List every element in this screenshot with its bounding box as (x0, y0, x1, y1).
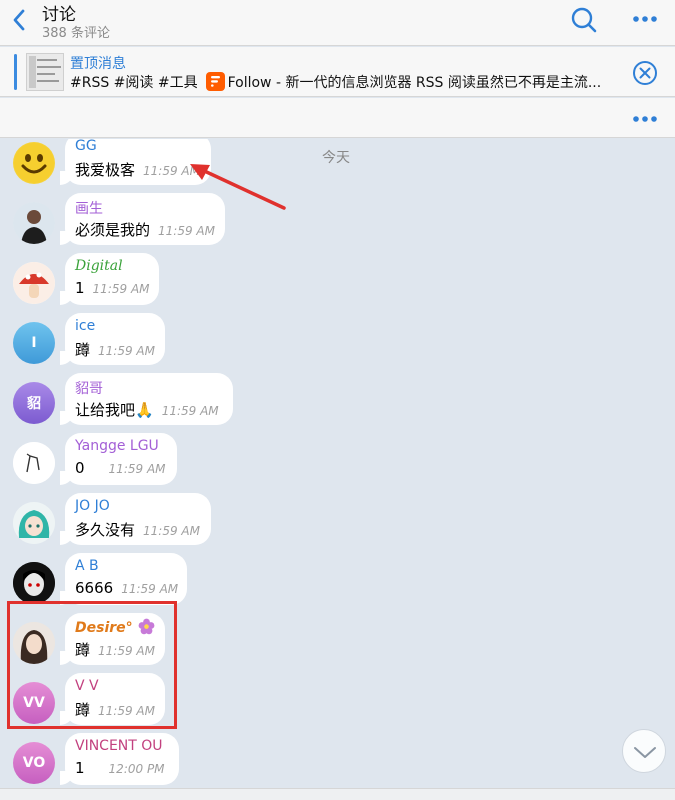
message-row[interactable]: I ice 蹲 11:59 AM (0, 313, 675, 373)
avatar[interactable] (13, 502, 55, 544)
message-time: 11:59 AM (121, 582, 179, 596)
message-time: 11:59 AM (143, 524, 200, 538)
sender-name[interactable]: JO JO (75, 498, 110, 514)
avatar[interactable]: 貂 (13, 382, 55, 424)
avatar[interactable] (13, 442, 55, 484)
message-row[interactable]: 画生 必须是我的 11:59 AM (0, 193, 675, 253)
message-time: 11:59 AM (92, 282, 150, 296)
avatar[interactable] (13, 562, 55, 604)
secondary-toolbar (0, 98, 675, 138)
message-text: 1 (75, 279, 85, 297)
message-time: 11:59 AM (108, 462, 166, 476)
chevron-down-icon (634, 747, 656, 758)
sender-name[interactable]: Digital (75, 258, 123, 274)
message-bubble[interactable]: A B 6666 11:59 AM (60, 553, 187, 605)
message-time: 11:59 AM (161, 404, 219, 418)
message-text: 0 (75, 459, 85, 477)
message-text: 6666 (75, 579, 114, 597)
pinned-accent-bar (14, 54, 17, 90)
message-time: 11:59 AM (158, 224, 215, 238)
avatar[interactable] (13, 262, 55, 304)
smiley-icon (14, 143, 54, 183)
message-row[interactable]: VO VINCENT OU 1 12:00 PM (0, 733, 675, 793)
message-time: 12:00 PM (108, 762, 165, 776)
pinned-preview: #RSS #阅读 #工具 Follow - 新一代的信息浏览器 RSS 阅读虽然已… (70, 72, 622, 92)
avatar-initial: VO (22, 755, 46, 771)
back-icon[interactable] (10, 8, 30, 32)
sender-name[interactable]: 画生 (75, 198, 103, 218)
message-bubble[interactable]: VINCENT OU 1 12:00 PM (60, 733, 179, 785)
message-bubble[interactable]: JO JO 多久没有 11:59 AM (60, 493, 211, 545)
pinned-follow-text: Follow - 新一代的信息浏览器 RSS 阅读虽然已不再是主流... (227, 75, 602, 91)
message-text: 让给我吧🙏 (75, 401, 154, 419)
message-row[interactable]: Digital 1 11:59 AM (0, 253, 675, 313)
more-icon[interactable] (632, 10, 658, 28)
sketch-avatar-icon (13, 442, 55, 484)
pinned-thumbnail (26, 53, 64, 91)
message-text: 必须是我的 (75, 221, 151, 239)
pinned-label: 置顶消息 (70, 56, 126, 72)
message-text: 蹲 (75, 341, 91, 359)
person-photo-icon (13, 202, 55, 244)
pinned-tags: #RSS #阅读 #工具 (70, 75, 198, 91)
avatar[interactable]: I (13, 322, 55, 364)
search-icon[interactable] (570, 6, 598, 34)
follow-logo-icon (205, 72, 225, 91)
dark-avatar-icon (13, 562, 55, 604)
close-pinned-icon[interactable] (632, 60, 658, 86)
message-bubble[interactable]: Yangge LGU 0 11:59 AM (60, 433, 177, 485)
message-text: 我爱极客 (75, 161, 136, 179)
more-icon[interactable] (632, 110, 658, 128)
message-row[interactable]: GG 我爱极客 11:59 AM (0, 139, 675, 193)
avatar-initial: 貂 (27, 396, 41, 412)
annotation-highlight-box (7, 601, 177, 729)
avatar[interactable]: VO (13, 742, 55, 784)
sender-name[interactable]: 貂哥 (75, 378, 103, 398)
avatar[interactable] (13, 202, 55, 244)
sender-name[interactable]: Yangge LGU (75, 438, 159, 454)
message-bubble[interactable]: 貂哥 让给我吧🙏 11:59 AM (60, 373, 233, 425)
message-row[interactable]: Yangge LGU 0 11:59 AM (0, 433, 675, 493)
message-bubble[interactable]: Digital 1 11:59 AM (60, 253, 159, 305)
message-row[interactable]: JO JO 多久没有 11:59 AM (0, 493, 675, 553)
pinned-message[interactable]: 置顶消息 #RSS #阅读 #工具 Follow - 新一代的信息浏览器 RSS … (0, 47, 675, 97)
sender-name[interactable]: ice (75, 318, 95, 334)
sender-name[interactable]: GG (75, 139, 97, 154)
anime-avatar-icon (13, 502, 55, 544)
message-bubble[interactable]: ice 蹲 11:59 AM (60, 313, 165, 365)
comment-count: 388 条评论 (42, 26, 110, 41)
scroll-down-button[interactable] (622, 729, 666, 773)
annotation-arrow-icon (190, 164, 286, 210)
message-row[interactable]: 貂 貂哥 让给我吧🙏 11:59 AM (0, 373, 675, 433)
sender-name[interactable]: A B (75, 558, 99, 574)
message-text: 多久没有 (75, 521, 136, 539)
message-time: 11:59 AM (98, 344, 155, 358)
avatar-initial: I (31, 335, 37, 351)
message-text: 1 (75, 759, 85, 777)
sender-name[interactable]: VINCENT OU (75, 738, 163, 754)
bottom-bar (0, 788, 675, 800)
avatar[interactable] (13, 142, 55, 184)
chat-header: 讨论 388 条评论 (0, 0, 675, 46)
mushroom-icon (13, 262, 55, 304)
